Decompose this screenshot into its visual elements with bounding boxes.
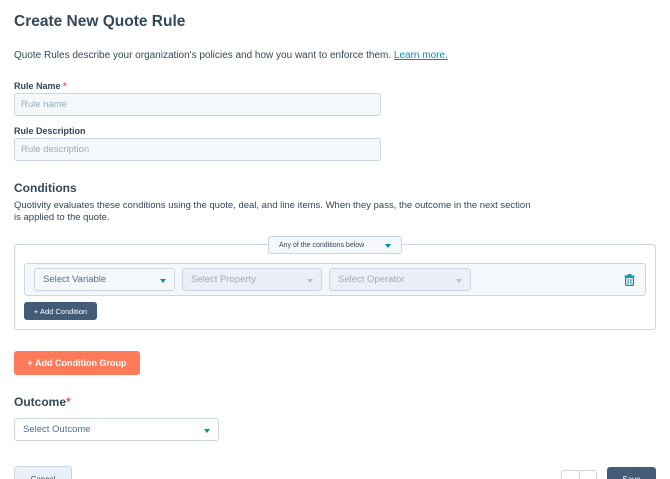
select-operator-dropdown[interactable]: Select Operator	[329, 268, 471, 291]
add-condition-group-button[interactable]: + Add Condition Group	[14, 351, 140, 375]
save-button[interactable]: Save	[607, 467, 656, 479]
outcome-title-text: Outcome	[14, 395, 67, 409]
select-property-value: Select Property	[191, 274, 256, 285]
intro-text: Quote Rules describe your organization's…	[14, 50, 448, 61]
trash-icon[interactable]	[624, 274, 635, 286]
chevron-down-icon	[456, 279, 462, 283]
rule-description-input[interactable]	[14, 138, 381, 161]
conditions-title: Conditions	[14, 181, 77, 195]
select-outcome-dropdown[interactable]: Select Outcome	[14, 418, 219, 441]
cancel-button[interactable]: Cancel	[14, 466, 72, 479]
required-marker: *	[66, 395, 71, 409]
condition-logic-select[interactable]: Any of the conditions below	[268, 236, 402, 254]
toggle-switch[interactable]	[561, 470, 597, 479]
select-outcome-value: Select Outcome	[23, 424, 91, 435]
intro-description: Quote Rules describe your organization's…	[14, 50, 392, 61]
rule-description-label: Rule Description	[14, 126, 86, 136]
outcome-title: Outcome*	[14, 395, 71, 409]
required-marker: *	[63, 81, 67, 91]
select-property-dropdown[interactable]: Select Property	[182, 268, 322, 291]
conditions-description: Quotivity evaluates these conditions usi…	[14, 200, 531, 223]
rule-name-input[interactable]	[14, 93, 381, 116]
learn-more-link[interactable]: Learn more.	[394, 50, 448, 61]
page-title: Create New Quote Rule	[14, 13, 186, 30]
rule-name-label-text: Rule Name	[14, 81, 61, 91]
chevron-down-icon	[307, 279, 313, 283]
chevron-down-icon	[160, 279, 166, 283]
chevron-down-icon	[385, 244, 391, 248]
chevron-down-icon	[204, 429, 210, 433]
select-variable-dropdown[interactable]: Select Variable	[34, 268, 175, 291]
condition-logic-value: Any of the conditions below	[279, 241, 365, 249]
rule-name-label: Rule Name *	[14, 81, 67, 91]
add-condition-button[interactable]: + Add Condition	[24, 302, 97, 320]
select-variable-value: Select Variable	[43, 274, 107, 285]
select-operator-value: Select Operator	[338, 274, 405, 285]
